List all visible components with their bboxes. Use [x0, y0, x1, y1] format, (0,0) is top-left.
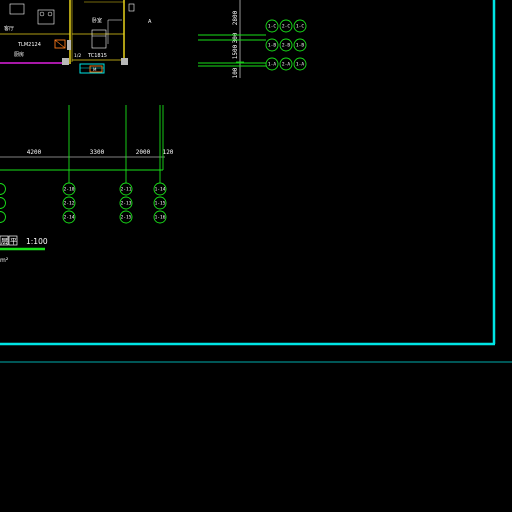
dimension-label: 2800 — [232, 10, 239, 25]
drawing-title-block: 层 平 1:100 m² — [0, 235, 48, 264]
room-label-kitchen: 厨房 — [14, 51, 24, 58]
axis-row-a: 1-A 2-A 1-A — [265, 57, 307, 71]
axis-label: 1-B — [296, 43, 304, 49]
axis-label: 2-10 — [64, 187, 75, 193]
side-label: A — [148, 19, 152, 25]
room-label-living: 客厅 — [4, 25, 14, 32]
title-char: 平 — [10, 238, 17, 246]
area-unit: m² — [0, 257, 9, 264]
axis-label: 1-B — [268, 43, 276, 49]
furniture-sofa — [9, 3, 25, 15]
axis-bubble — [0, 211, 6, 223]
furniture-chair — [47, 11, 53, 17]
axis-label: 2-13 — [121, 201, 132, 207]
axis-column: 2-10 2-12 2-14 — [62, 182, 76, 224]
axis-label: 1-C — [268, 24, 276, 30]
axis-label: 2-C — [282, 24, 290, 30]
axis-row-c: 1-C 2-C 1-C — [265, 19, 307, 33]
axis-column — [0, 183, 6, 223]
door-swing — [54, 39, 66, 49]
door-mark-label: M — [93, 67, 97, 72]
window-tag-tc: TC1815 — [87, 53, 107, 59]
cad-drawing-canvas[interactable]: 客厅 TLM2124 卧室 厨房 TC1815 1/2 A M 2800 300… — [0, 0, 512, 512]
axis-label: 1-A — [268, 62, 276, 68]
right-axis-bubbles: 1-C 2-C 1-C 1-B 2-B 1-B 1-A 2-A 1-A — [265, 19, 307, 71]
axis-label: 2-A — [282, 62, 290, 68]
axis-label: 2-B — [282, 43, 290, 49]
axis-label: 1-C — [296, 24, 304, 30]
axis-label: 2-12 — [64, 201, 75, 207]
furniture-bed — [91, 29, 107, 49]
axis-bubble — [0, 197, 6, 209]
vertical-dimension-chain: 2800 300 1500 100 — [232, 0, 244, 78]
axis-label: 1-A — [296, 62, 304, 68]
horizontal-dimension-chain: 4200 3300 2000 120 — [0, 105, 174, 183]
axis-column: 2-11 2-13 2-15 — [119, 182, 133, 224]
room-label-bedroom: 卧室 — [92, 17, 102, 24]
scale-label: 1:100 — [26, 237, 48, 246]
axis-label: 1-16 — [155, 215, 166, 221]
window-tag-tlm: TLM2124 — [17, 42, 41, 48]
dimension-label: 120 — [163, 149, 174, 156]
axis-label: 2-14 — [64, 215, 75, 221]
column — [62, 58, 69, 65]
title-char: 层 — [1, 238, 8, 246]
bottom-axis-bubbles: 2-10 2-12 2-14 2-11 2-13 2-15 1-14 1-15 … — [0, 182, 167, 224]
outside-mark — [128, 3, 135, 12]
plan-small-label: 1/2 — [74, 53, 81, 59]
furniture-chair — [39, 11, 45, 17]
axis-bubble — [0, 183, 6, 195]
dimension-label: 2000 — [136, 149, 151, 156]
axis-label: 1-15 — [155, 201, 166, 207]
furniture-table — [37, 9, 55, 25]
axis-label: 1-14 — [155, 187, 166, 193]
dimension-label: 100 — [232, 67, 239, 78]
floor-plan-fragment: 客厅 TLM2124 卧室 厨房 TC1815 1/2 A M — [0, 0, 152, 74]
dimension-label: 3300 — [90, 149, 105, 156]
column — [67, 40, 71, 50]
dimension-label: 4200 — [27, 149, 42, 156]
dimension-label: 1500 — [232, 44, 239, 59]
axis-column: 1-14 1-15 1-16 — [153, 182, 167, 224]
column — [121, 58, 128, 65]
axis-label: 2-15 — [121, 215, 132, 221]
axis-label: 2-11 — [121, 187, 132, 193]
dimension-label: 300 — [232, 32, 239, 43]
axis-row-b: 1-B 2-B 1-B — [265, 38, 307, 52]
